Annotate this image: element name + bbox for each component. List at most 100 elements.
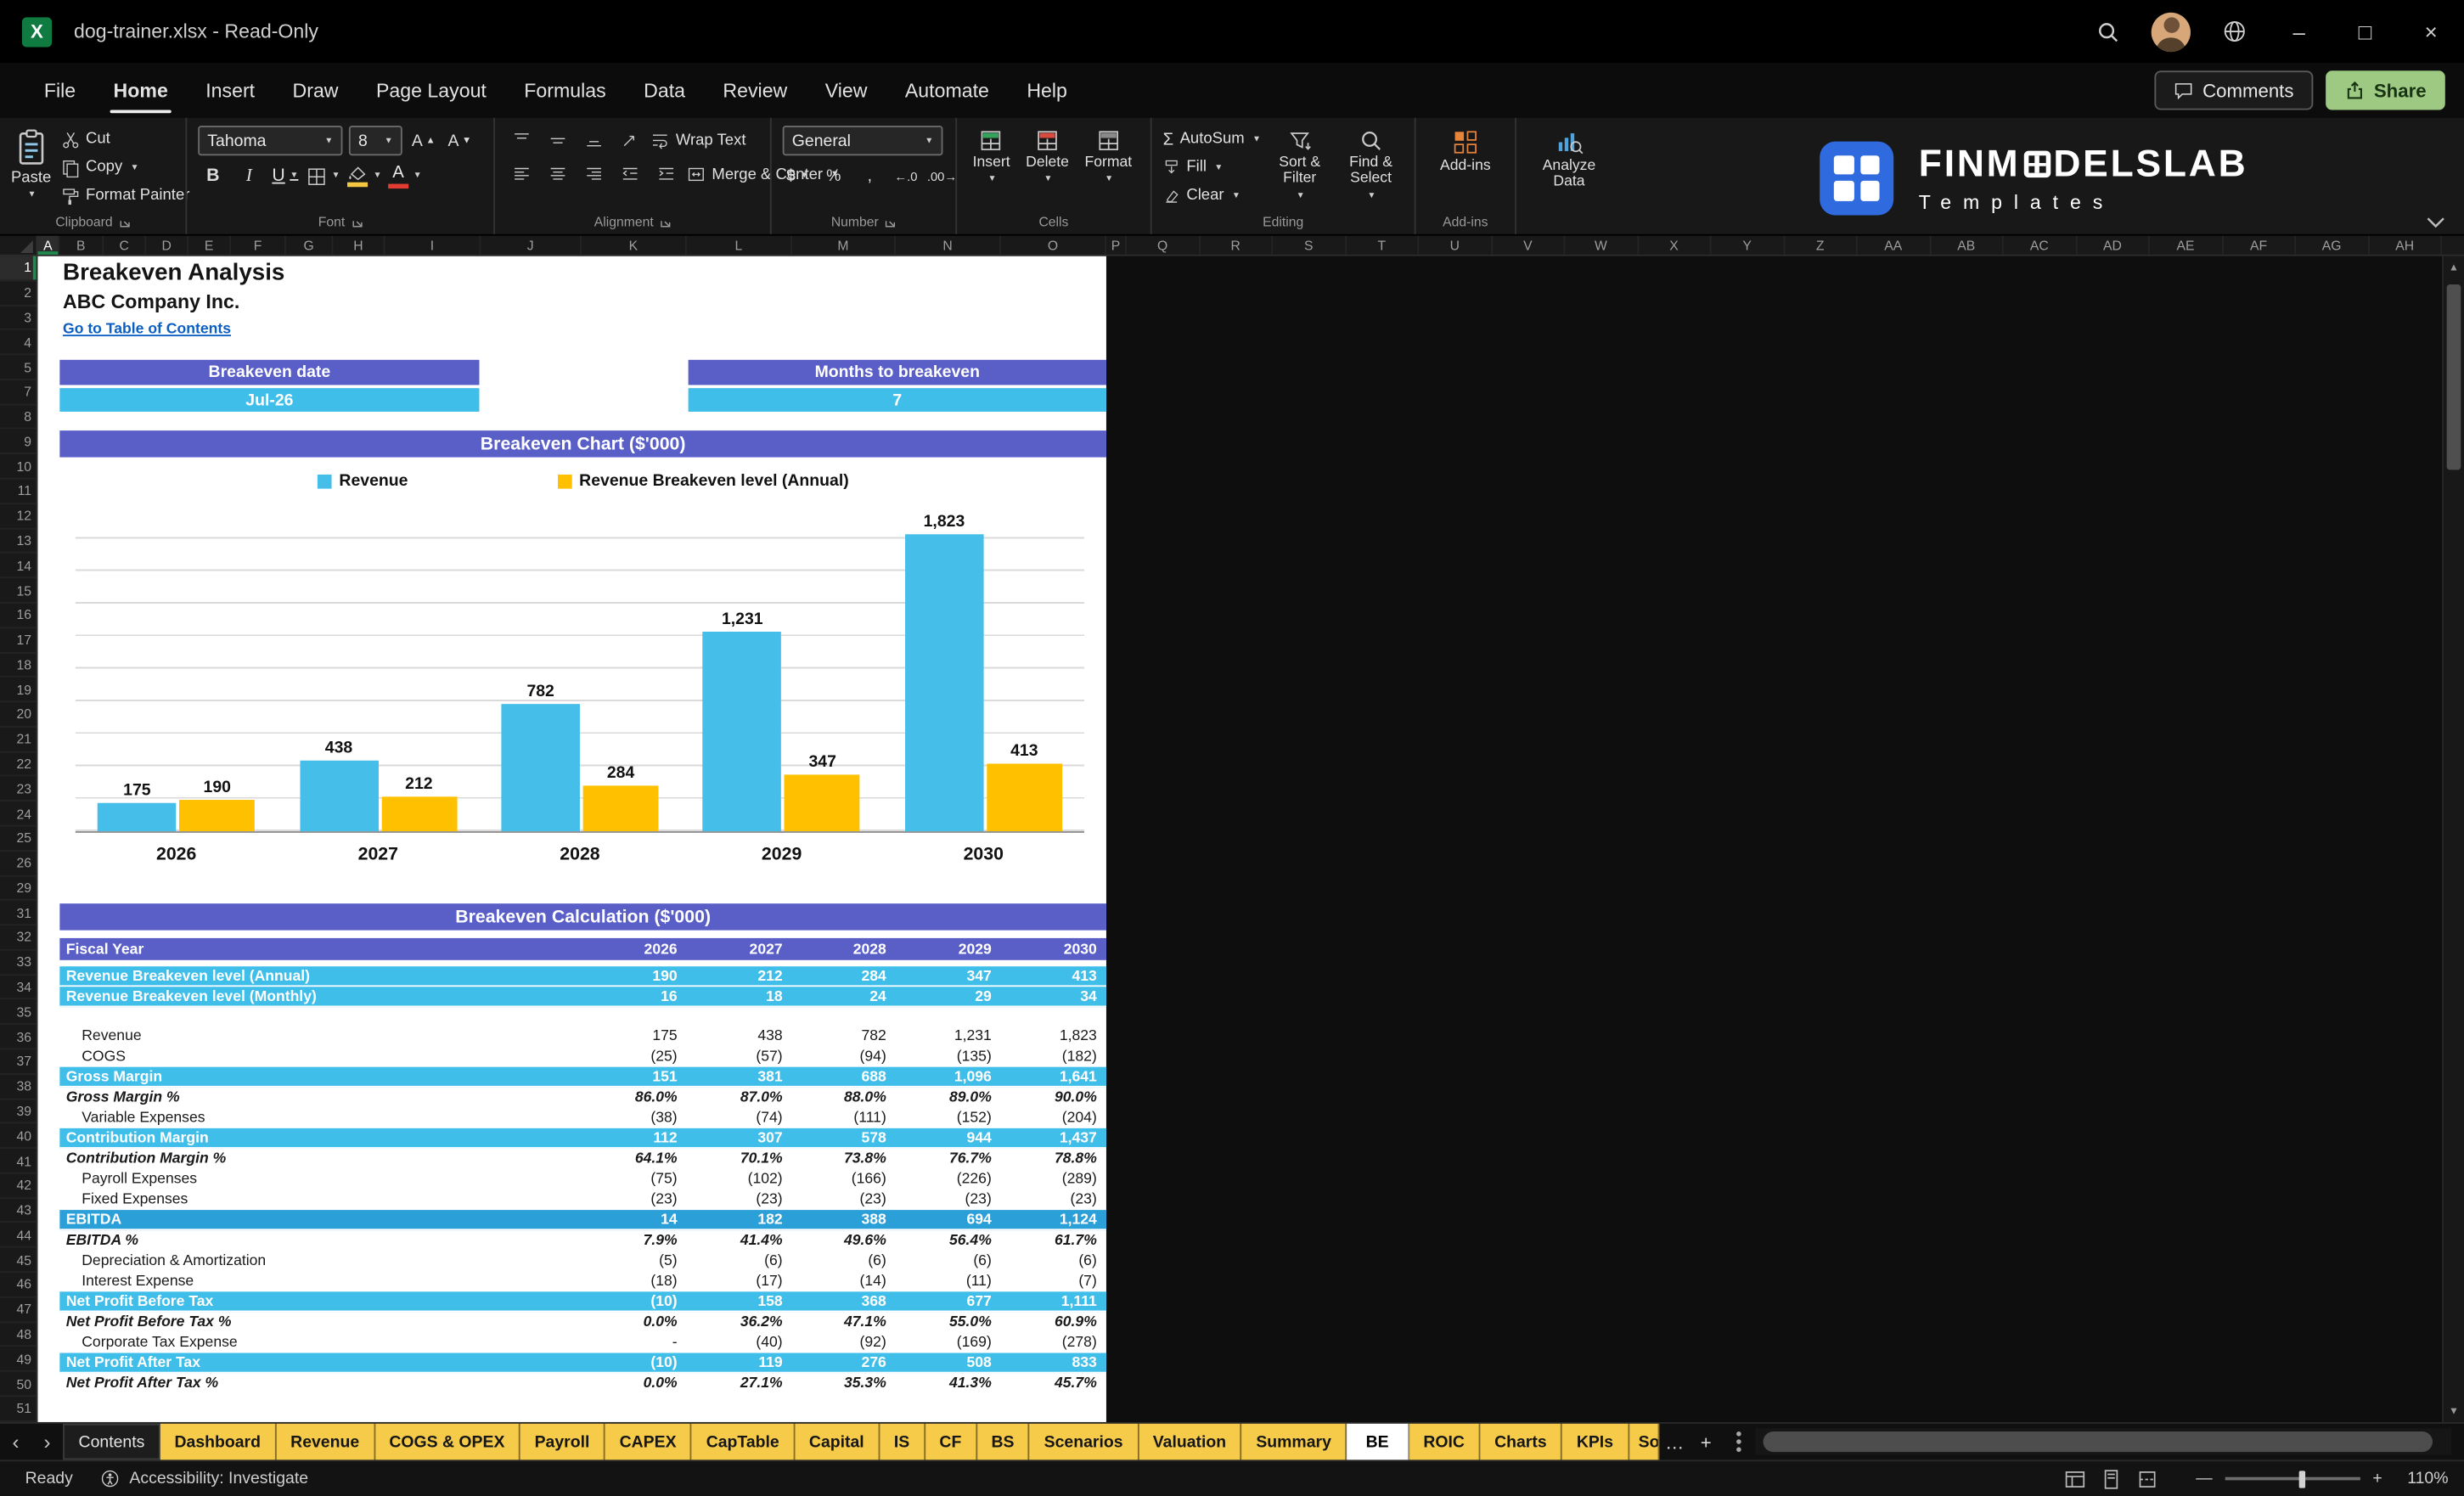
- sheet-canvas[interactable]: Breakeven Analysis ABC Company Inc. Go t…: [37, 256, 2464, 1422]
- cell-gross-margin-2028[interactable]: 88.0%: [792, 1089, 896, 1106]
- align-center-icon[interactable]: [543, 160, 572, 188]
- cell-contribution-margin-2027[interactable]: 70.1%: [687, 1150, 792, 1167]
- align-left-icon[interactable]: [506, 160, 536, 188]
- cell-fixed-expenses-2030[interactable]: (23): [1001, 1191, 1106, 1208]
- cell-net-profit-before-tax-2028[interactable]: 47.1%: [792, 1313, 896, 1330]
- cell-variable-expenses-2030[interactable]: (204): [1001, 1110, 1106, 1127]
- decrease-indent-icon[interactable]: [615, 160, 644, 188]
- ribbon-tab-automate[interactable]: Automate: [886, 63, 1008, 118]
- font-color-button[interactable]: A ▼: [387, 162, 422, 190]
- cell-revenue-2029[interactable]: 1,231: [896, 1027, 1001, 1044]
- fill-button[interactable]: Fill ▼: [1163, 154, 1261, 180]
- globe-icon[interactable]: [2203, 0, 2266, 63]
- cell-fixed-expenses-2027[interactable]: (23): [687, 1191, 792, 1208]
- cell-cogs-2026[interactable]: (25): [582, 1048, 687, 1065]
- zoom-slider-thumb[interactable]: [2298, 1470, 2306, 1488]
- align-top-icon[interactable]: [506, 126, 536, 154]
- ribbon-tab-file[interactable]: File: [25, 63, 95, 118]
- row-header-44[interactable]: 44: [0, 1223, 37, 1248]
- row-header-37[interactable]: 37: [0, 1049, 37, 1075]
- sheet-tab-bs[interactable]: BS: [976, 1423, 1031, 1460]
- number-format-select[interactable]: General ▼: [782, 126, 943, 156]
- row-label-ebitda[interactable]: EBITDA %: [59, 1232, 581, 1249]
- sheet-tab-dashboard[interactable]: Dashboard: [160, 1423, 277, 1460]
- column-header-U[interactable]: U: [1419, 235, 1493, 255]
- cell-corporate-tax-expense-2027[interactable]: (40): [687, 1334, 792, 1351]
- cell-depreciation-amortization-2026[interactable]: (5): [582, 1252, 687, 1269]
- paste-dropdown-icon[interactable]: ▼: [28, 190, 37, 200]
- cell-variable-expenses-2028[interactable]: (111): [792, 1110, 896, 1127]
- row-label-net-profit-after-tax[interactable]: Net Profit After Tax: [59, 1353, 581, 1370]
- column-header-P[interactable]: P: [1106, 235, 1128, 255]
- column-header-G[interactable]: G: [286, 235, 334, 255]
- column-header-K[interactable]: K: [582, 235, 687, 255]
- cell-depreciation-amortization-2029[interactable]: (6): [896, 1252, 1001, 1269]
- cell-revenue-2030[interactable]: 1,823: [1001, 1027, 1106, 1044]
- bar-revenue-breakeven-level-annual-2026[interactable]: [179, 800, 256, 832]
- cell-net-profit-after-tax-2030[interactable]: 45.7%: [1001, 1375, 1106, 1392]
- cell-revenue-breakeven-level-monthly-2027[interactable]: 18: [687, 987, 792, 1004]
- ribbon-tab-home[interactable]: Home: [94, 63, 187, 118]
- horizontal-scrollbar-thumb[interactable]: [1762, 1431, 2433, 1453]
- column-header-W[interactable]: W: [1565, 235, 1639, 255]
- cell-corporate-tax-expense-2030[interactable]: (278): [1001, 1334, 1106, 1351]
- accessibility-status[interactable]: Accessibility: Investigate: [101, 1469, 308, 1488]
- sheet-tab-kpis[interactable]: KPIs: [1562, 1423, 1629, 1460]
- row-header-2[interactable]: 2: [0, 281, 37, 307]
- cell-net-profit-after-tax-2028[interactable]: 35.3%: [792, 1375, 896, 1392]
- row-header-47[interactable]: 47: [0, 1297, 37, 1323]
- column-header-AD[interactable]: AD: [2077, 235, 2150, 255]
- bar-revenue-breakeven-level-annual-2030[interactable]: [986, 763, 1062, 832]
- sheet-tab-payroll[interactable]: Payroll: [520, 1423, 605, 1460]
- row-header-21[interactable]: 21: [0, 728, 37, 752]
- row-header-7[interactable]: 7: [0, 380, 37, 405]
- paste-button[interactable]: Paste ▼: [11, 126, 51, 200]
- column-header-AA[interactable]: AA: [1858, 235, 1931, 255]
- comma-format-button[interactable]: ,: [855, 162, 885, 190]
- row-header-41[interactable]: 41: [0, 1149, 37, 1174]
- minimize-button[interactable]: –: [2266, 0, 2332, 63]
- row-header-19[interactable]: 19: [0, 678, 37, 703]
- cell-fixed-expenses-2026[interactable]: (23): [582, 1191, 687, 1208]
- row-label-contribution-margin[interactable]: Contribution Margin: [59, 1129, 581, 1146]
- cut-button[interactable]: Cut: [60, 126, 189, 152]
- zoom-in-icon[interactable]: +: [2372, 1469, 2382, 1488]
- cell-revenue-breakeven-level-monthly-2026[interactable]: 16: [582, 987, 687, 1004]
- row-header-14[interactable]: 14: [0, 554, 37, 579]
- row-header-49[interactable]: 49: [0, 1347, 37, 1373]
- new-sheet-icon[interactable]: +: [1690, 1424, 1722, 1460]
- cell-ebitda-2027[interactable]: 41.4%: [687, 1232, 792, 1249]
- column-header-M[interactable]: M: [792, 235, 896, 255]
- ribbon-tab-data[interactable]: Data: [625, 63, 704, 118]
- cell-ebitda-2029[interactable]: 694: [896, 1211, 1001, 1228]
- cell-contribution-margin-2030[interactable]: 78.8%: [1001, 1150, 1106, 1167]
- ribbon-tab-page-layout[interactable]: Page Layout: [357, 63, 505, 118]
- row-header-13[interactable]: 13: [0, 529, 37, 554]
- row-header-46[interactable]: 46: [0, 1273, 37, 1298]
- row-header-16[interactable]: 16: [0, 604, 37, 628]
- cell-contribution-margin-2027[interactable]: 307: [687, 1129, 792, 1146]
- cell-net-profit-before-tax-2027[interactable]: 36.2%: [687, 1313, 792, 1330]
- cell-payroll-expenses-2026[interactable]: (75): [582, 1171, 687, 1188]
- row-header-42[interactable]: 42: [0, 1173, 37, 1199]
- insert-cells-button[interactable]: Insert ▼: [968, 126, 1015, 188]
- wrap-text-button[interactable]: Wrap Text: [650, 127, 745, 153]
- row-label-net-profit-before-tax[interactable]: Net Profit Before Tax %: [59, 1313, 581, 1330]
- row-header-12[interactable]: 12: [0, 504, 37, 529]
- normal-view-icon[interactable]: [2066, 1469, 2086, 1489]
- cell-ebitda-2030[interactable]: 61.7%: [1001, 1232, 1106, 1249]
- page-break-view-icon[interactable]: [2138, 1469, 2158, 1489]
- row-header-45[interactable]: 45: [0, 1248, 37, 1274]
- cell-net-profit-after-tax-2027[interactable]: 119: [687, 1353, 792, 1370]
- column-header-S[interactable]: S: [1273, 235, 1347, 255]
- cell-revenue-breakeven-level-annual-2027[interactable]: 212: [687, 967, 792, 984]
- sheet-tab-summary[interactable]: Summary: [1241, 1423, 1347, 1460]
- column-header-B[interactable]: B: [59, 235, 104, 255]
- addins-button[interactable]: Add-ins: [1435, 126, 1495, 178]
- cell-interest-expense-2027[interactable]: (17): [687, 1273, 792, 1290]
- column-header-I[interactable]: I: [385, 235, 481, 255]
- row-header-18[interactable]: 18: [0, 653, 37, 678]
- cell-contribution-margin-2026[interactable]: 64.1%: [582, 1150, 687, 1167]
- row-header-20[interactable]: 20: [0, 702, 37, 728]
- cell-payroll-expenses-2028[interactable]: (166): [792, 1171, 896, 1188]
